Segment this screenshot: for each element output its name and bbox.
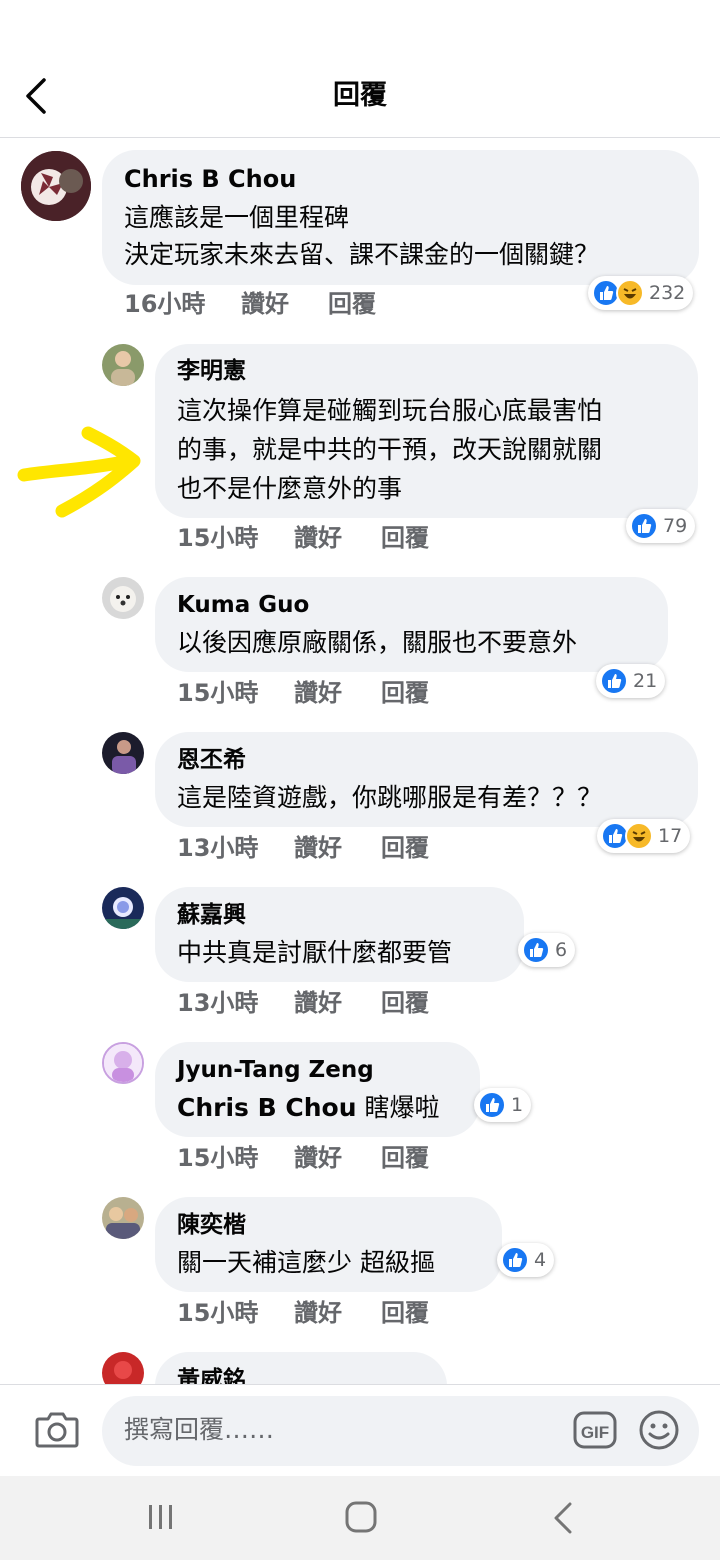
emoji-icon[interactable] [638,1409,680,1451]
reply-composer: 撰寫回覆…… GIF [0,1384,720,1476]
reply-button[interactable]: 回覆 [381,677,429,709]
comment-text: 這是陸資遊戲，你跳哪服是有差？？？ [177,783,603,812]
night-sky-avatar-icon [102,887,144,929]
comment-text: 以後因應原廠關係，關服也不要意外 [177,628,578,657]
comment-text: 這次操作算是碰觸到玩台服心底最害怕 [177,396,603,425]
avatar[interactable] [21,151,91,221]
comment-author[interactable]: Jyun-Tang Zeng [177,1055,374,1085]
bauhinia-avatar-icon [21,151,91,221]
back-icon[interactable] [550,1500,576,1536]
reply-input[interactable]: 撰寫回覆…… GIF [102,1396,699,1466]
like-button[interactable]: 讚好 [241,288,289,320]
reply-button[interactable]: 回覆 [381,522,429,554]
reply-input-placeholder: 撰寫回覆…… [124,1415,275,1444]
reply-button[interactable]: 回覆 [381,1142,429,1174]
reaction-count: 79 [663,515,688,537]
gif-icon[interactable]: GIF [573,1410,617,1450]
reaction-summary[interactable]: 6 [518,933,576,967]
reaction-summary[interactable]: 4 [497,1243,555,1277]
reaction-summary[interactable]: 232 [588,276,694,310]
like-button[interactable]: 讚好 [294,987,342,1019]
reaction-count: 17 [658,825,683,847]
avatar[interactable] [102,577,144,619]
comment-author[interactable]: Kuma Guo [177,590,309,620]
reply-button[interactable]: 回覆 [328,288,376,320]
avatar[interactable] [102,887,144,929]
reaction-count: 21 [633,670,658,692]
comment-text: 這應該是一個里程碑 [124,203,350,232]
avatar[interactable] [102,732,144,774]
comment-time: 13小時 [177,834,259,862]
reaction-summary[interactable]: 17 [597,819,691,853]
person-avatar-icon [102,732,144,774]
like-reaction-icon [630,512,658,540]
comment-text: 也不是什麼意外的事 [177,474,403,503]
avatar[interactable] [102,1197,144,1239]
cartoon-avatar-icon [104,1044,142,1082]
like-button[interactable]: 讚好 [294,1142,342,1174]
like-button[interactable]: 讚好 [294,522,342,554]
mention-link[interactable]: Chris B Chou [177,1093,357,1122]
avatar[interactable] [102,1042,144,1084]
comment-time: 15小時 [177,1299,259,1327]
comment-author[interactable]: 陳奕楷 [177,1210,246,1240]
comment-time: 13小時 [177,989,259,1017]
comment-text: 決定玩家未來去留、課不課金的一個關鍵？ [124,240,600,269]
like-reaction-icon [600,667,628,695]
reply-button[interactable]: 回覆 [381,832,429,864]
system-nav-bar [0,1476,720,1560]
haha-reaction-icon [616,279,644,307]
comment-author[interactable]: 李明憲 [177,356,246,386]
person-avatar-icon [102,1352,144,1384]
top-bar: 回覆 [0,0,720,138]
avatar[interactable] [102,344,144,386]
camera-icon[interactable] [34,1409,80,1449]
reaction-count: 1 [511,1094,524,1116]
comment-thread[interactable]: Chris B Chou 這應該是一個里程碑 決定玩家未來去留、課不課金的一個關… [0,139,720,1384]
like-reaction-icon [522,936,550,964]
comment-time: 16小時 [124,290,206,318]
comment-text: 關一天補這麼少 超級摳 [177,1248,435,1277]
dog-avatar-icon [102,577,144,619]
like-button[interactable]: 讚好 [294,832,342,864]
comment-author[interactable]: 黃威銘 [177,1365,246,1384]
like-reaction-icon [478,1091,506,1119]
reaction-summary[interactable]: 79 [626,509,696,543]
reaction-summary[interactable]: 1 [474,1088,532,1122]
recent-apps-icon[interactable] [145,1502,177,1532]
like-button[interactable]: 讚好 [294,677,342,709]
reply-button[interactable]: 回覆 [381,987,429,1019]
reply-button[interactable]: 回覆 [381,1297,429,1329]
comment-text: 中共真是討厭什麼都要管 [177,938,453,967]
person-avatar-icon [102,344,144,386]
reaction-count: 4 [534,1249,547,1271]
group-avatar-icon [102,1197,144,1239]
like-button[interactable]: 讚好 [294,1297,342,1329]
comment-text: 的事，就是中共的干預，改天說關就關 [177,435,603,464]
haha-reaction-icon [625,822,653,850]
comment-time: 15小時 [177,524,259,552]
comment-author[interactable]: 蘇嘉興 [177,900,246,930]
comment-text: Chris B Chou 瞎爆啦 [177,1089,439,1127]
avatar[interactable] [102,1352,144,1384]
gif-label: GIF [581,1423,609,1442]
like-reaction-icon [501,1246,529,1274]
reaction-count: 6 [555,939,568,961]
comment-time: 15小時 [177,1144,259,1172]
home-icon[interactable] [344,1500,378,1534]
annotation-arrow-icon [17,426,141,518]
reaction-count: 232 [649,282,686,304]
comment-author[interactable]: Chris B Chou [124,164,296,194]
page-title: 回覆 [333,80,387,111]
comment-author[interactable]: 恩丕希 [177,745,246,775]
comment-time: 15小時 [177,679,259,707]
comment-text-rest: 瞎爆啦 [356,1093,440,1122]
reaction-summary[interactable]: 21 [596,664,666,698]
